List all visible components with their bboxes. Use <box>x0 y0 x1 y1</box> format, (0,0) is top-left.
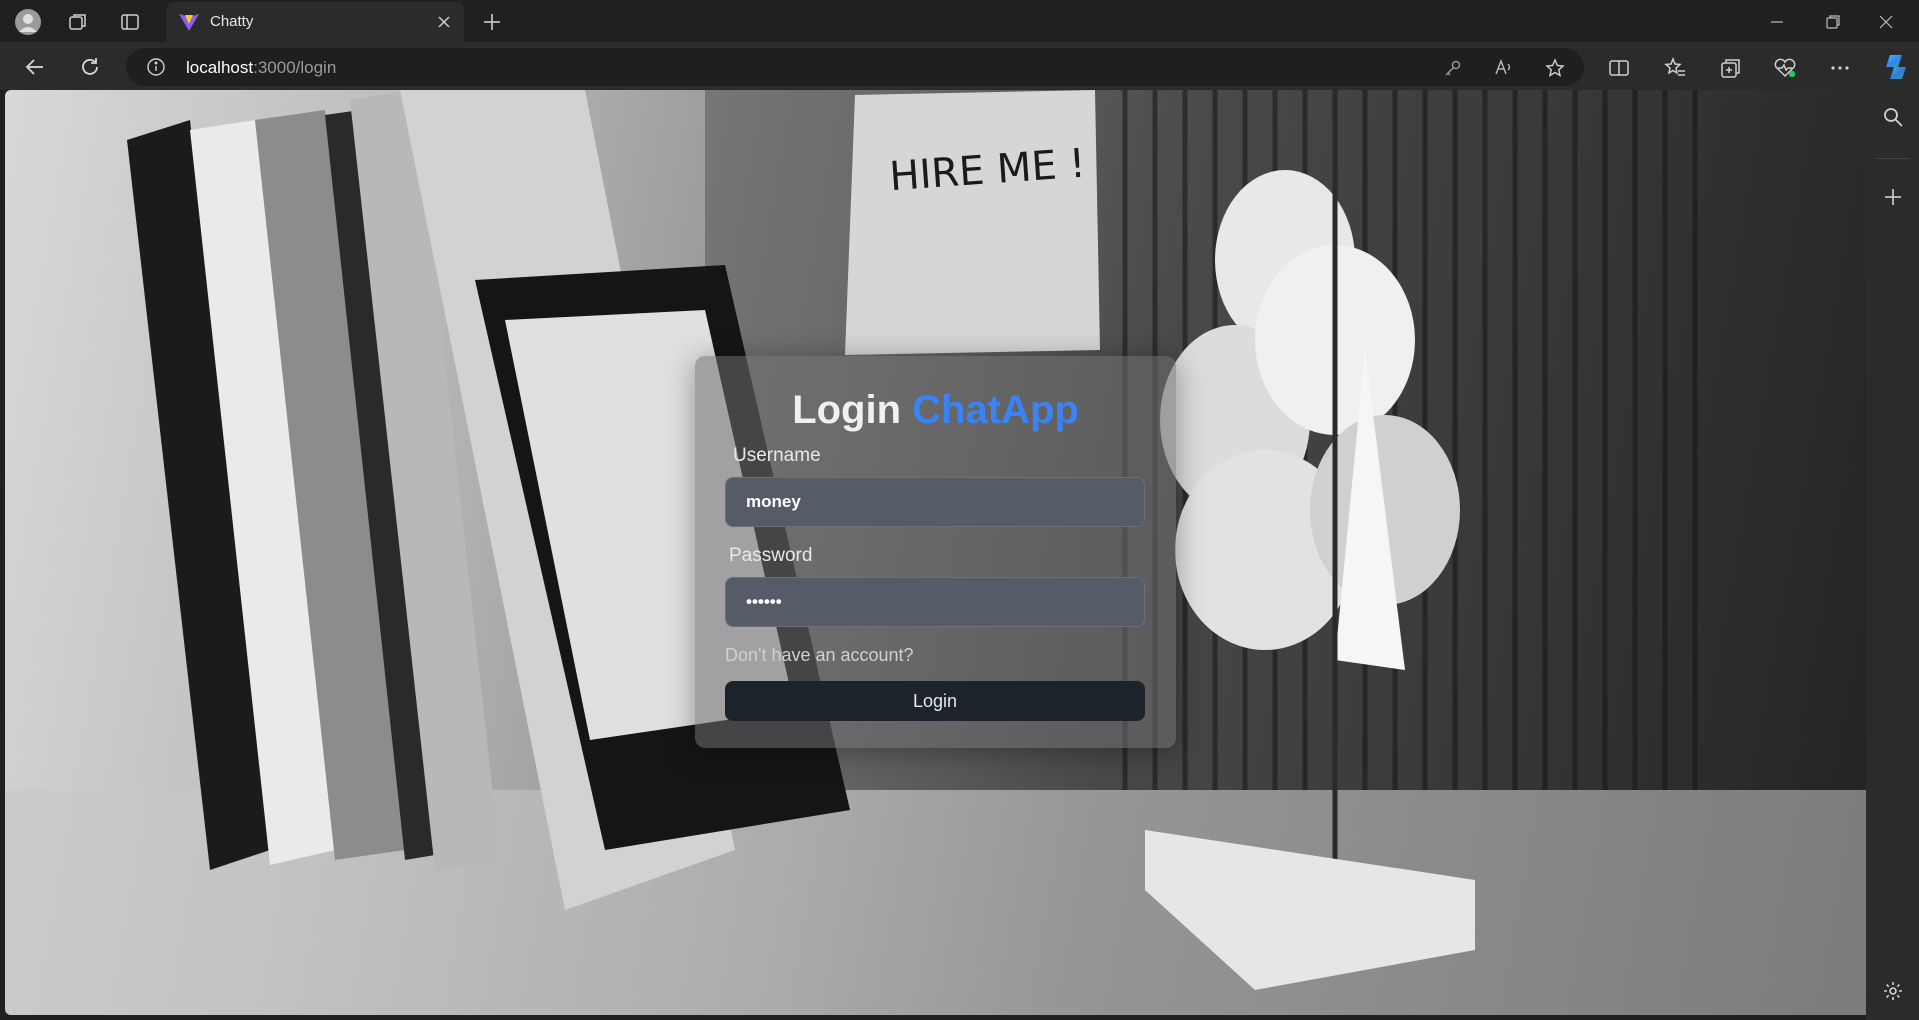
collections-icon[interactable] <box>1718 55 1744 81</box>
login-title-brand: ChatApp <box>912 388 1079 432</box>
read-aloud-icon[interactable] <box>1493 57 1515 79</box>
sidebar-settings-icon[interactable] <box>1880 978 1906 1004</box>
signup-link[interactable]: Don't have an account? <box>725 645 914 666</box>
new-tab-icon[interactable] <box>478 8 506 36</box>
restore-icon[interactable] <box>1821 10 1845 34</box>
sticky-note <box>845 90 1100 355</box>
username-label: Username <box>733 445 821 466</box>
password-label: Password <box>729 545 813 566</box>
edge-sidebar <box>1866 90 1919 1020</box>
workspaces-icon[interactable] <box>64 8 92 36</box>
favorite-star-icon[interactable] <box>1544 57 1566 79</box>
address-bar[interactable]: localhost:3000/login <box>126 48 1584 86</box>
password-input[interactable]: •••••• <box>725 577 1145 627</box>
minimize-icon[interactable] <box>1765 10 1789 34</box>
login-title-prefix: Login <box>792 388 902 432</box>
login-card: Login ChatApp Username money Password ••… <box>695 356 1176 748</box>
browser-toolbar: localhost:3000/login <box>0 42 1919 90</box>
vertical-tabs-icon[interactable] <box>116 8 144 36</box>
split-screen-icon[interactable] <box>1606 55 1632 81</box>
favorites-icon[interactable] <box>1662 55 1688 81</box>
close-tab-icon[interactable] <box>434 12 454 32</box>
back-icon[interactable] <box>20 52 50 82</box>
password-key-icon[interactable] <box>1442 57 1464 79</box>
sidebar-divider <box>1876 158 1910 159</box>
add-sidebar-app-icon[interactable] <box>1880 184 1906 210</box>
url-text: localhost:3000/login <box>186 58 336 78</box>
login-button[interactable]: Login <box>725 681 1145 721</box>
url-path: :3000/login <box>253 58 337 77</box>
search-icon[interactable] <box>1880 104 1906 130</box>
page-viewport: HIRE ME ! Login ChatApp Username money P… <box>5 90 1866 1015</box>
profile-avatar-icon[interactable] <box>14 8 42 36</box>
vite-favicon-icon <box>178 12 200 37</box>
more-options-icon[interactable] <box>1827 55 1853 81</box>
browser-essentials-icon[interactable] <box>1772 55 1798 81</box>
refresh-icon[interactable] <box>75 52 105 82</box>
tab-title: Chatty <box>210 13 254 30</box>
close-window-icon[interactable] <box>1874 10 1898 34</box>
username-input[interactable]: money <box>725 477 1145 527</box>
site-info-icon[interactable] <box>146 57 166 77</box>
url-host: localhost <box>186 58 254 77</box>
title-bar: Chatty <box>0 0 1919 42</box>
tab-chatty[interactable]: Chatty <box>166 2 464 42</box>
login-title: Login ChatApp <box>695 388 1176 433</box>
copilot-icon[interactable] <box>1880 51 1912 83</box>
